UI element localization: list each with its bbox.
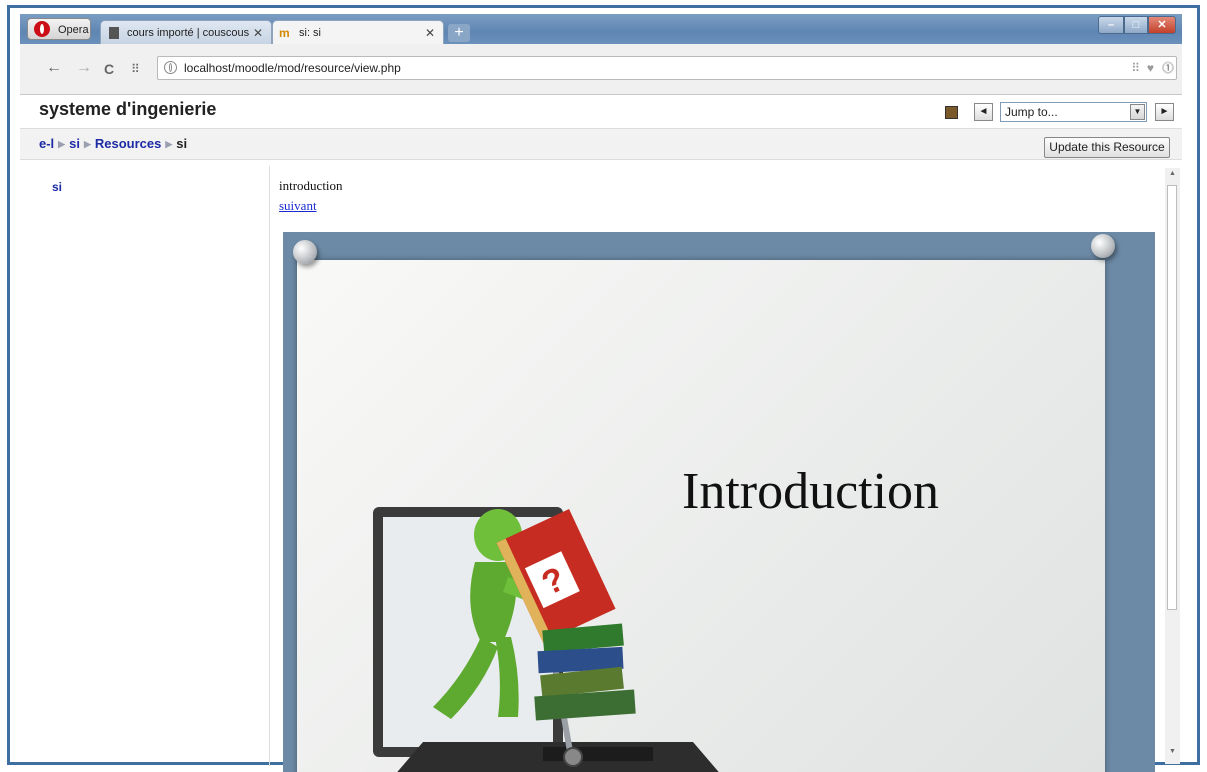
update-resource-button[interactable]: Update this Resource: [1044, 137, 1170, 158]
breadcrumb-item-si[interactable]: si: [69, 136, 80, 151]
navbar: [20, 128, 1182, 160]
tab-si[interactable]: m si: si ✕: [272, 20, 444, 44]
tab-close-icon[interactable]: ✕: [425, 21, 435, 44]
reload-icon[interactable]: C: [104, 61, 114, 77]
tab-cours-importe[interactable]: cours importé | couscous ✕: [100, 20, 272, 44]
next-button[interactable]: ►: [1155, 103, 1174, 121]
laptop-books-illustration: ?: [373, 507, 719, 772]
forward-arrow-icon[interactable]: →: [76, 59, 92, 77]
speed-dial-icon[interactable]: ⠿: [131, 62, 140, 76]
download-icon[interactable]: ⓵: [1162, 57, 1174, 79]
previous-button[interactable]: ◄: [974, 103, 993, 121]
breadcrumb-item-resources[interactable]: Resources: [95, 136, 161, 151]
tab-label: cours importé | couscous: [127, 27, 250, 39]
minimize-button[interactable]: –: [1098, 16, 1124, 34]
address-bar[interactable]: localhost/moodle/mod/resource/view.php ⠿…: [157, 56, 1177, 80]
breadcrumb-item-el[interactable]: e-l: [39, 136, 54, 151]
close-window-button[interactable]: ✕: [1148, 16, 1176, 34]
breadcrumb-current: si: [176, 136, 188, 151]
maximize-button[interactable]: □: [1124, 16, 1148, 34]
chevron-down-icon: ▼: [1130, 104, 1145, 120]
jump-to-select[interactable]: Jump to... ▼: [1000, 102, 1147, 122]
scrollbar-thumb[interactable]: [1167, 185, 1177, 610]
pushpin-icon: [293, 240, 317, 264]
breadcrumb-separator-icon: ▶: [83, 139, 91, 149]
opera-label: Opera: [58, 24, 89, 36]
opera-menu-button[interactable]: Opera: [27, 18, 91, 40]
content-scrollbar[interactable]: ▲ ▼: [1165, 168, 1180, 764]
opera-logo-icon: [34, 21, 50, 37]
heart-icon[interactable]: ♥: [1147, 57, 1154, 79]
scroll-down-icon[interactable]: ▼: [1169, 748, 1176, 755]
moodle-favicon-icon: m: [279, 26, 290, 40]
resource-icon[interactable]: [945, 106, 958, 119]
breadcrumb-separator-icon: ▶: [165, 139, 173, 149]
sidebar-item-si[interactable]: si: [52, 180, 62, 194]
resource-heading: introduction: [279, 178, 343, 193]
tab-label: si: si: [299, 27, 321, 39]
jump-to-value: Jump to...: [1005, 105, 1058, 119]
speed-dial-small-icon[interactable]: ⠿: [1131, 57, 1140, 79]
breadcrumb: e-l ▶ si ▶ Resources ▶ si: [39, 136, 187, 151]
scroll-up-icon[interactable]: ▲: [1169, 170, 1176, 177]
page-icon: [109, 27, 119, 39]
slide-image: ? Introduction: [283, 232, 1155, 772]
breadcrumb-separator-icon: ▶: [58, 139, 66, 149]
back-arrow-icon[interactable]: ←: [46, 59, 62, 77]
new-tab-button[interactable]: +: [448, 24, 470, 42]
globe-icon: [164, 61, 177, 74]
pushpin-icon: [1091, 234, 1115, 258]
tab-close-icon[interactable]: ✕: [253, 21, 263, 44]
next-link[interactable]: suivant: [279, 198, 317, 214]
url-text: localhost/moodle/mod/resource/view.php: [184, 61, 401, 75]
slide-title: Introduction: [682, 463, 940, 520]
left-column: [34, 166, 270, 766]
page-title: systeme d'ingenierie: [39, 99, 217, 119]
